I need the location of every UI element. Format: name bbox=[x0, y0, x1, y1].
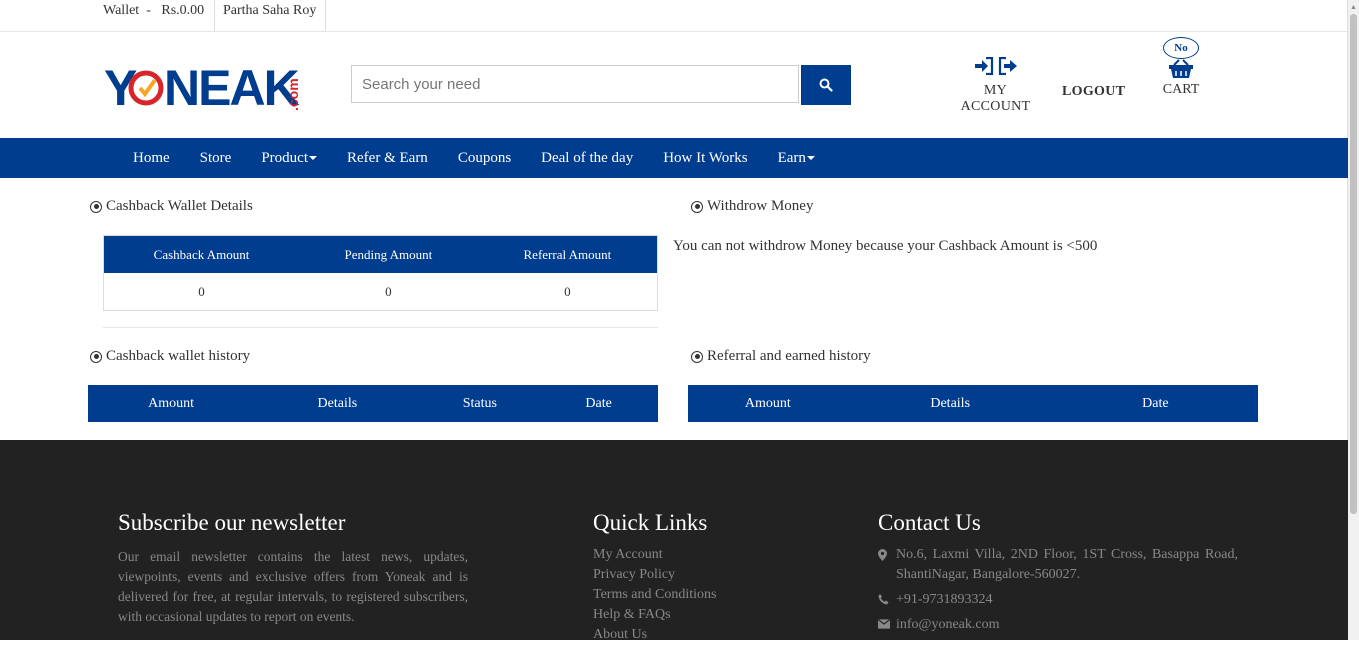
divider bbox=[214, 0, 215, 31]
caret-down-icon bbox=[806, 156, 815, 161]
column-header: Cashback Amount bbox=[103, 235, 300, 273]
nav-item-store[interactable]: Store bbox=[185, 150, 247, 167]
logout-button[interactable]: LOGOUT bbox=[1062, 84, 1125, 100]
section-title-text: Cashback wallet history bbox=[106, 348, 251, 364]
contact-email[interactable]: info@yoneak.com bbox=[896, 615, 999, 635]
contact-phone[interactable]: +91-9731893324 bbox=[896, 590, 993, 610]
column-header: Details bbox=[847, 385, 1053, 422]
contact-address: No.6, Laxmi Villa, 2ND Floor, 1ST Cross,… bbox=[896, 547, 1238, 582]
divider bbox=[325, 0, 326, 31]
search-input[interactable] bbox=[351, 65, 799, 103]
nav-item-coupons[interactable]: Coupons bbox=[443, 150, 526, 167]
wallet-balance[interactable]: Wallet - Rs.0.00 bbox=[103, 3, 204, 19]
basket-icon bbox=[1169, 59, 1193, 78]
quick-link-help-faqs[interactable]: Help & FAQs bbox=[593, 605, 716, 625]
map-marker-icon bbox=[878, 545, 890, 585]
search-button[interactable] bbox=[801, 65, 851, 105]
cashback-amount-value: 0 bbox=[103, 273, 300, 311]
referral-history-table: Amount Details Date bbox=[688, 385, 1258, 422]
sign-in-icon bbox=[974, 57, 993, 75]
nav-item-earn[interactable]: Earn bbox=[763, 150, 830, 167]
nav-label: Earn bbox=[777, 149, 806, 166]
phone-icon bbox=[878, 590, 890, 610]
column-header: Pending Amount bbox=[299, 235, 478, 273]
column-header: Details bbox=[254, 385, 421, 422]
cashback-history-table: Amount Details Status Date bbox=[88, 385, 658, 422]
section-title-text: Withdrow Money bbox=[707, 198, 814, 214]
dot-circle-icon bbox=[691, 200, 703, 213]
yoneak-logo-icon: Y NEAK .com bbox=[104, 60, 302, 116]
quick-link-about-us[interactable]: About Us bbox=[593, 625, 716, 645]
newsletter-title: Subscribe our newsletter bbox=[118, 510, 346, 535]
cashback-wallet-table: Cashback Amount Pending Amount Referral … bbox=[103, 235, 658, 311]
contact-info: No.6, Laxmi Villa, 2ND Floor, 1ST Cross,… bbox=[878, 545, 1238, 635]
dot-circle-icon bbox=[90, 350, 102, 363]
column-header: Referral Amount bbox=[477, 235, 658, 273]
table-row: 0 0 0 bbox=[103, 273, 658, 311]
quick-link-my-account[interactable]: My Account bbox=[593, 545, 716, 565]
cashback-history-title: Cashback wallet history bbox=[90, 348, 250, 365]
cart-badge: No bbox=[1163, 37, 1199, 59]
envelope-icon bbox=[878, 615, 890, 635]
nav-label: Store bbox=[199, 149, 232, 166]
column-header: Date bbox=[539, 385, 658, 422]
dot-circle-icon bbox=[691, 350, 703, 363]
section-title-text: Cashback Wallet Details bbox=[106, 198, 253, 214]
newsletter-form bbox=[118, 636, 368, 649]
nav-label: Coupons bbox=[457, 149, 512, 166]
column-header: Amount bbox=[688, 385, 848, 422]
my-account-link[interactable]: MY ACCOUNT bbox=[948, 57, 1043, 115]
top-bar: Wallet - Rs.0.00 Partha Saha Roy bbox=[0, 0, 1348, 32]
dot-circle-icon bbox=[90, 200, 102, 213]
site-logo[interactable]: Y NEAK .com bbox=[104, 53, 304, 117]
page-scrollbar[interactable]: ▲ bbox=[1347, 0, 1359, 640]
nav-item-refer-earn[interactable]: Refer & Earn bbox=[332, 150, 443, 167]
referral-amount-value: 0 bbox=[477, 273, 658, 311]
quick-links-list: My Account Privacy Policy Terms and Cond… bbox=[593, 545, 716, 645]
withdraw-message: You can not withdrow Money because your … bbox=[673, 238, 1098, 254]
newsletter-text: Our email newsletter contains the latest… bbox=[118, 549, 468, 624]
column-header: Status bbox=[420, 385, 540, 422]
nav-label: Deal of the day bbox=[541, 149, 634, 166]
caret-down-icon bbox=[309, 156, 318, 161]
scroll-up-icon[interactable]: ▲ bbox=[1350, 3, 1357, 11]
cashback-wallet-title: Cashback Wallet Details bbox=[90, 198, 253, 215]
cart-button[interactable]: No CART bbox=[1158, 37, 1204, 98]
quick-links-title: Quick Links bbox=[593, 510, 708, 535]
newsletter-email-input[interactable] bbox=[118, 645, 290, 649]
newsletter-subscribe-button[interactable] bbox=[296, 645, 368, 649]
scrollbar-thumb[interactable] bbox=[1350, 14, 1357, 514]
referral-history-title: Referral and earned history bbox=[691, 348, 871, 365]
nav-label: Refer & Earn bbox=[347, 149, 428, 166]
column-header: Date bbox=[1052, 385, 1258, 422]
nav-label: How It Works bbox=[663, 149, 748, 166]
column-header: Amount bbox=[88, 385, 255, 422]
main-nav: Home Store Product Refer & Earn Coupons … bbox=[0, 138, 1348, 178]
contact-us-title: Contact Us bbox=[878, 510, 981, 535]
pending-amount-value: 0 bbox=[299, 273, 478, 311]
site-footer: Subscribe our newsletter Our email newsl… bbox=[0, 440, 1348, 649]
svg-text:.com: .com bbox=[285, 78, 301, 111]
section-title-text: Referral and earned history bbox=[707, 348, 871, 364]
search-icon bbox=[819, 78, 833, 92]
nav-item-home[interactable]: Home bbox=[118, 150, 185, 167]
nav-label: Home bbox=[133, 149, 170, 166]
cart-label: CART bbox=[1162, 82, 1200, 97]
user-name-link[interactable]: Partha Saha Roy bbox=[223, 3, 316, 19]
nav-item-deal-of-the-day[interactable]: Deal of the day bbox=[526, 150, 648, 167]
quick-link-privacy-policy[interactable]: Privacy Policy bbox=[593, 565, 716, 585]
quick-link-terms[interactable]: Terms and Conditions bbox=[593, 585, 716, 605]
divider bbox=[103, 327, 658, 328]
search-bar bbox=[351, 65, 851, 105]
nav-item-product[interactable]: Product bbox=[246, 150, 332, 167]
nav-label: Product bbox=[261, 149, 309, 166]
withdraw-money-title: Withdrow Money bbox=[691, 198, 813, 215]
nav-item-how-it-works[interactable]: How It Works bbox=[648, 150, 762, 167]
sign-out-icon bbox=[998, 57, 1017, 75]
my-account-label: MY ACCOUNT bbox=[960, 83, 1031, 114]
svg-text:NEAK: NEAK bbox=[164, 60, 300, 116]
